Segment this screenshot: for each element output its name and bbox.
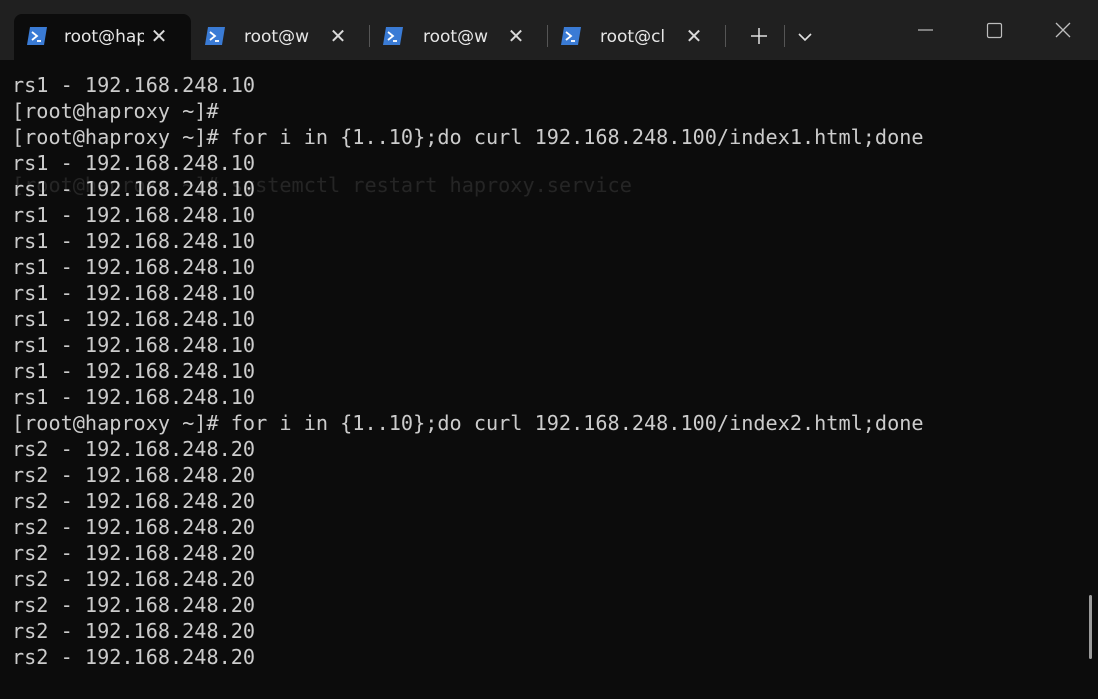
close-icon xyxy=(1055,22,1071,38)
terminal-line: rs1 - 192.168.248.10 xyxy=(12,385,256,409)
minimize-icon xyxy=(918,29,933,31)
terminal-window: root@haproxy ✕ root@webserver1 ✕ root@we… xyxy=(0,0,1098,699)
terminal-line: rs2 - 192.168.248.20 xyxy=(12,437,256,461)
terminal-line: rs1 - 192.168.248.10 xyxy=(12,281,256,305)
tab-separator xyxy=(784,25,785,47)
terminal-line: rs1 - 192.168.248.10 xyxy=(12,333,256,357)
maximize-button[interactable] xyxy=(971,12,1017,48)
terminal-line: rs2 - 192.168.248.20 xyxy=(12,619,256,643)
terminal-line: rs1 - 192.168.248.10 xyxy=(12,255,256,279)
chevron-down-icon xyxy=(798,33,812,42)
powershell-icon xyxy=(561,27,581,45)
minimize-button[interactable] xyxy=(902,12,948,48)
tab-label: root@webserver1 xyxy=(244,27,310,47)
tab-root-webserver2[interactable]: root@webserver2 ✕ xyxy=(370,14,546,60)
tab-separator xyxy=(725,25,726,47)
tab-dropdown-button[interactable] xyxy=(790,22,820,50)
terminal-line: rs1 - 192.168.248.10 xyxy=(12,229,256,253)
tab-root-haproxy[interactable]: root@haproxy ✕ xyxy=(14,14,191,60)
window-close-button[interactable] xyxy=(1040,12,1086,48)
tab-root-webserver1[interactable]: root@webserver1 ✕ xyxy=(192,14,368,60)
terminal-line: rs2 - 192.168.248.20 xyxy=(12,515,256,539)
close-icon[interactable]: ✕ xyxy=(327,25,349,47)
tab-root-client[interactable]: root@client ✕ xyxy=(548,14,724,60)
powershell-icon xyxy=(27,27,47,45)
new-tab-button[interactable] xyxy=(742,22,776,50)
close-icon[interactable]: ✕ xyxy=(505,25,527,47)
terminal-line: rs2 - 192.168.248.20 xyxy=(12,567,256,591)
powershell-icon xyxy=(205,27,225,45)
terminal-line: rs1 - 192.168.248.10 xyxy=(12,203,256,227)
close-icon[interactable]: ✕ xyxy=(148,25,170,47)
terminal-line: rs1 - 192.168.248.10 xyxy=(12,359,256,383)
terminal-line: rs2 - 192.168.248.20 xyxy=(12,489,256,513)
terminal-line: rs2 - 192.168.248.20 xyxy=(12,645,256,669)
terminal-line: rs1 - 192.168.248.10 xyxy=(12,151,256,175)
terminal-line: [root@haproxy ~]# for i in {1..10};do cu… xyxy=(12,125,924,149)
terminal-line: rs1 - 192.168.248.10 xyxy=(12,73,256,97)
maximize-icon xyxy=(986,22,1003,39)
title-bar: root@haproxy ✕ root@webserver1 ✕ root@we… xyxy=(0,0,1098,60)
tab-label: root@webserver2 xyxy=(423,27,489,47)
terminal-line: [root@haproxy ~]# for i in {1..10};do cu… xyxy=(12,411,924,435)
terminal-line: rs1 - 192.168.248.10 xyxy=(12,307,256,331)
powershell-icon xyxy=(383,27,403,45)
tab-label: root@client xyxy=(600,27,666,47)
terminal-line: rs2 - 192.168.248.20 xyxy=(12,593,256,617)
terminal-line: rs2 - 192.168.248.20 xyxy=(12,541,256,565)
close-icon[interactable]: ✕ xyxy=(683,25,705,47)
tab-label: root@haproxy xyxy=(64,27,144,47)
terminal-line: [root@haproxy ~]# xyxy=(12,99,219,123)
scrollbar-thumb[interactable] xyxy=(1089,595,1092,659)
terminal-output[interactable]: [root@haproxy ~]# systemctl restart hapr… xyxy=(0,60,1098,699)
terminal-line: rs2 - 192.168.248.20 xyxy=(12,463,256,487)
terminal-lines: rs1 - 192.168.248.10 [root@haproxy ~]# [ro… xyxy=(12,72,924,670)
plus-icon xyxy=(751,28,767,44)
terminal-line: rs1 - 192.168.248.10 xyxy=(12,177,256,201)
